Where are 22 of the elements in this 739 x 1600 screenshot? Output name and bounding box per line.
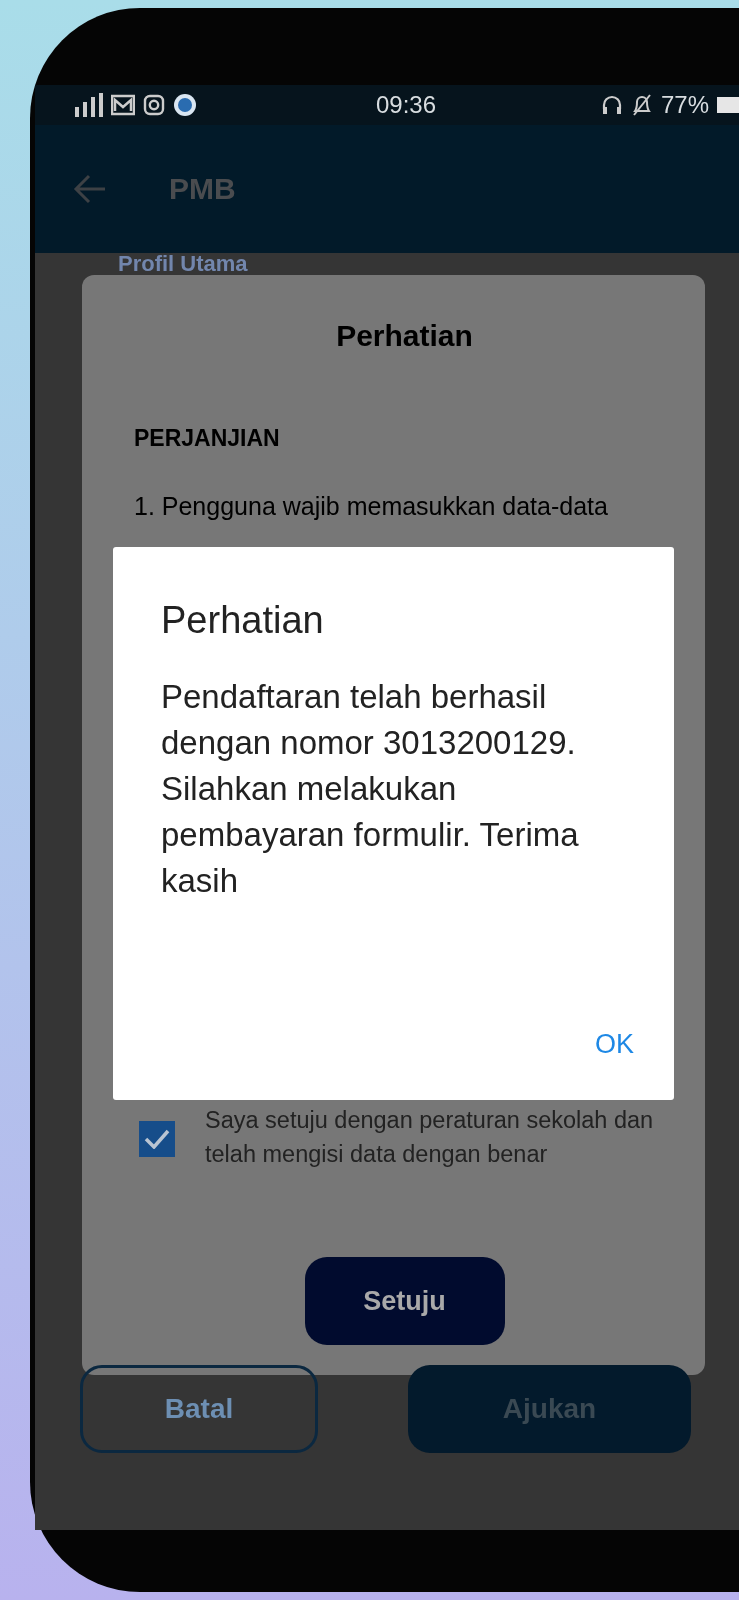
ok-button[interactable]: OK bbox=[591, 1029, 638, 1060]
cancel-button[interactable]: Batal bbox=[80, 1365, 318, 1453]
consent-label: Saya setuju dengan peraturan sekolah dan telah mengisi data dengan benar bbox=[205, 1106, 655, 1169]
section-title: Profil Utama bbox=[117, 253, 248, 275]
battery-icon bbox=[717, 95, 739, 115]
camera-icon bbox=[143, 94, 165, 116]
headphones-icon bbox=[600, 94, 623, 116]
agreement-heading: PERJANJIAN bbox=[134, 425, 281, 452]
bell-off-icon bbox=[630, 93, 653, 117]
app-title: PMB bbox=[169, 172, 236, 206]
status-time: 09:36 bbox=[375, 91, 437, 119]
signal-icon bbox=[73, 93, 103, 117]
check-icon bbox=[144, 1129, 170, 1149]
alert-title: Perhatian bbox=[161, 599, 325, 642]
agreement-text: 1. Pengguna wajib memasukkan data-data bbox=[134, 492, 609, 521]
agree-button[interactable]: Setuju bbox=[304, 1257, 505, 1345]
consent-checkbox[interactable] bbox=[139, 1121, 175, 1157]
dialog-title: Perhatian bbox=[336, 319, 473, 353]
mail-icon bbox=[111, 93, 135, 117]
globe-icon bbox=[173, 93, 197, 117]
alert-message: Pendaftaran telah berhasil dengan nomor 3013200129. Silahkan melakukan pembayaran formulir. Terima kasih bbox=[161, 677, 580, 901]
battery-percent: 77% bbox=[660, 91, 709, 119]
